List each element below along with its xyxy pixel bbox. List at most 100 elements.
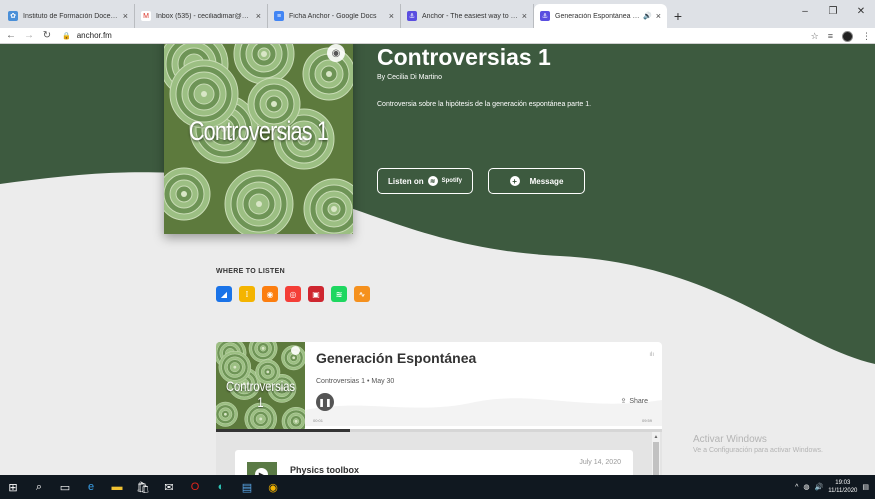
reload-icon[interactable]: ↻ <box>40 30 54 41</box>
podcast-description: Controversia sobre la hipótesis de la ge… <box>377 101 592 108</box>
watermark-title: Activar Windows <box>693 434 767 445</box>
waveform-graphic <box>305 398 662 426</box>
tab-label: Anchor - The easiest way to mak <box>422 12 518 20</box>
anchor-badge-small-icon <box>291 346 300 355</box>
browser-tab[interactable]: ⚓ Anchor - The easiest way to mak × <box>401 4 534 28</box>
plus-icon: + <box>509 176 520 186</box>
url-field[interactable]: 🔒 anchor.fm <box>62 31 112 40</box>
tab-audio-icon[interactable]: 🔊 <box>643 12 652 20</box>
close-window-button[interactable]: ✕ <box>847 0 875 22</box>
tab-close-icon[interactable]: × <box>522 11 527 21</box>
scroll-up-arrow-icon[interactable]: ▲ <box>652 434 660 440</box>
clock-time: 19:03 <box>835 480 851 486</box>
episode-list-scrollbar[interactable]: ▲ <box>652 432 660 475</box>
watermark-subtitle: Ve a Configuración para activar Windows. <box>693 447 823 454</box>
platform-links: ◢ ⁞ ◉ ◎ ▣ ≋ ∿ <box>216 286 370 302</box>
search-icon[interactable]: ⌕ <box>26 475 52 499</box>
pocket-casts-icon[interactable]: ◎ <box>285 286 301 302</box>
pause-button[interactable]: ❚❚ <box>316 393 334 411</box>
share-icon: ⇪ <box>620 398 627 405</box>
browser-tab-bar: ✿ Instituto de Formación Docente × M Inbox (… <box>0 0 875 28</box>
windows-activation-watermark: Activar Windows Ve a Configuración para … <box>693 434 823 454</box>
clock[interactable]: 19:03 11/11/2020 <box>828 479 857 495</box>
tab-favicon-icon: ⚓ <box>407 11 417 21</box>
episode-player: Controversias 1 Generación Espontánea Co… <box>216 342 662 432</box>
more-menu-icon[interactable]: ⋮ <box>862 31 871 42</box>
episode-card-date: July 14, 2020 <box>579 459 621 466</box>
episode-meta: Controversias 1 • May 30 <box>316 378 395 385</box>
restore-button[interactable]: ❐ <box>819 0 847 22</box>
forward-arrow-icon[interactable]: → <box>22 30 36 41</box>
browser-tab[interactable]: ✿ Instituto de Formación Docente × <box>2 4 135 28</box>
episode-card-title: Physics toolbox <box>290 465 360 475</box>
radiopublic-icon[interactable]: ▣ <box>308 286 324 302</box>
tab-favicon-icon: ≡ <box>274 11 284 21</box>
episode-title: Generación Espontánea <box>316 350 477 366</box>
tab-close-icon[interactable]: × <box>656 11 661 21</box>
listen-on-label: Listen on <box>388 176 424 186</box>
opera-icon[interactable]: O <box>182 475 208 499</box>
podcast-cover-art: Controversias 1 ◉ <box>164 44 353 234</box>
tab-close-icon[interactable]: × <box>256 11 261 21</box>
new-tab-button[interactable]: + <box>667 4 689 28</box>
clock-date: 11/11/2020 <box>828 488 858 494</box>
address-bar: ← → ↻ 🔒 anchor.fm ☆ ≡ ⋮ <box>0 28 875 44</box>
tab-favicon-icon: ⚓ <box>540 11 550 21</box>
chrome-icon[interactable]: ◉ <box>260 475 286 499</box>
rss-icon[interactable]: ∿ <box>354 286 370 302</box>
browser-tab[interactable]: ≡ Ficha Anchor - Google Docs × <box>268 4 401 28</box>
google-podcasts-icon[interactable]: ⁞ <box>239 286 255 302</box>
stats-bars-icon: ılı <box>649 352 654 358</box>
mail-icon[interactable]: ✉ <box>156 475 182 499</box>
window-controls: – ❐ ✕ <box>791 0 875 22</box>
tab-favicon-icon: ✿ <box>8 11 18 21</box>
message-button[interactable]: + Message <box>488 168 585 194</box>
profile-avatar[interactable] <box>842 30 853 42</box>
spotify-wordmark: Spotify <box>441 178 462 184</box>
browser-tab[interactable]: M Inbox (535) - ceciliadimar@gmai × <box>135 4 268 28</box>
store-icon[interactable]: 🛍 <box>130 475 156 499</box>
total-time: 09:59 <box>641 418 652 423</box>
browser-tab[interactable]: ⚓ Generación Espontánea by C 🔊 × <box>534 4 667 28</box>
system-tray: ^ ◍ 🔊 19:03 11/11/2020 ▤ <box>795 475 875 499</box>
back-arrow-icon[interactable]: ← <box>4 30 18 41</box>
edge-icon[interactable]: e <box>78 475 104 499</box>
tab-favicon-icon: M <box>141 11 151 21</box>
page-content: Controversias 1 ◉ Controversias 1 By Cec… <box>0 44 875 475</box>
minimize-button[interactable]: – <box>791 0 819 22</box>
episode-cover-text: Controversias 1 <box>225 378 296 410</box>
share-button[interactable]: ⇪ Share <box>620 397 648 406</box>
tab-label: Inbox (535) - ceciliadimar@gmai <box>156 12 252 20</box>
tab-label: Instituto de Formación Docente <box>23 12 119 20</box>
scroll-thumb[interactable] <box>653 442 659 475</box>
episode-cover-art: Controversias 1 <box>216 342 305 430</box>
episode-card-thumbnail: ▶ <box>247 462 277 475</box>
chevron-up-icon[interactable]: ^ <box>795 484 798 491</box>
tab-label: Generación Espontánea by C <box>555 12 641 20</box>
elapsed-time: 00:01 <box>313 418 324 423</box>
reading-list-icon[interactable]: ≡ <box>828 31 833 41</box>
listen-on-spotify-button[interactable]: Listen on ≋ Spotify <box>377 168 473 194</box>
star-icon[interactable]: ☆ <box>811 31 819 42</box>
network-icon[interactable]: ◍ <box>803 483 809 491</box>
windows-start-icon[interactable]: ⊞ <box>0 475 26 499</box>
tab-close-icon[interactable]: × <box>123 11 128 21</box>
file-explorer-icon[interactable]: ▬ <box>104 475 130 499</box>
overcast-icon[interactable]: ◉ <box>262 286 278 302</box>
breaker-icon[interactable]: ◢ <box>216 286 232 302</box>
cover-title-text: Controversias 1 <box>188 116 329 146</box>
windows-taskbar: ⊞ ⌕ ▭ e ▬ 🛍 ✉ O ◐ ▤ ◉ ^ ◍ 🔊 19:03 11/11/… <box>0 475 875 499</box>
task-view-icon[interactable]: ▭ <box>52 475 78 499</box>
play-icon[interactable]: ▶ <box>255 468 268 475</box>
podcast-title: Controversias 1 <box>377 44 551 70</box>
tab-close-icon[interactable]: × <box>389 11 394 21</box>
where-to-listen-heading: WHERE TO LISTEN <box>216 268 285 275</box>
hero-background <box>0 44 875 364</box>
episode-card[interactable]: ▶ Physics toolbox July 14, 2020 <box>235 450 633 475</box>
volume-icon[interactable]: 🔊 <box>815 483 824 491</box>
url-text: anchor.fm <box>76 31 112 40</box>
spotify-icon[interactable]: ≋ <box>331 286 347 302</box>
edge-new-icon[interactable]: ◐ <box>208 475 234 499</box>
document-icon[interactable]: ▤ <box>234 475 260 499</box>
notifications-icon[interactable]: ▤ <box>862 483 869 491</box>
